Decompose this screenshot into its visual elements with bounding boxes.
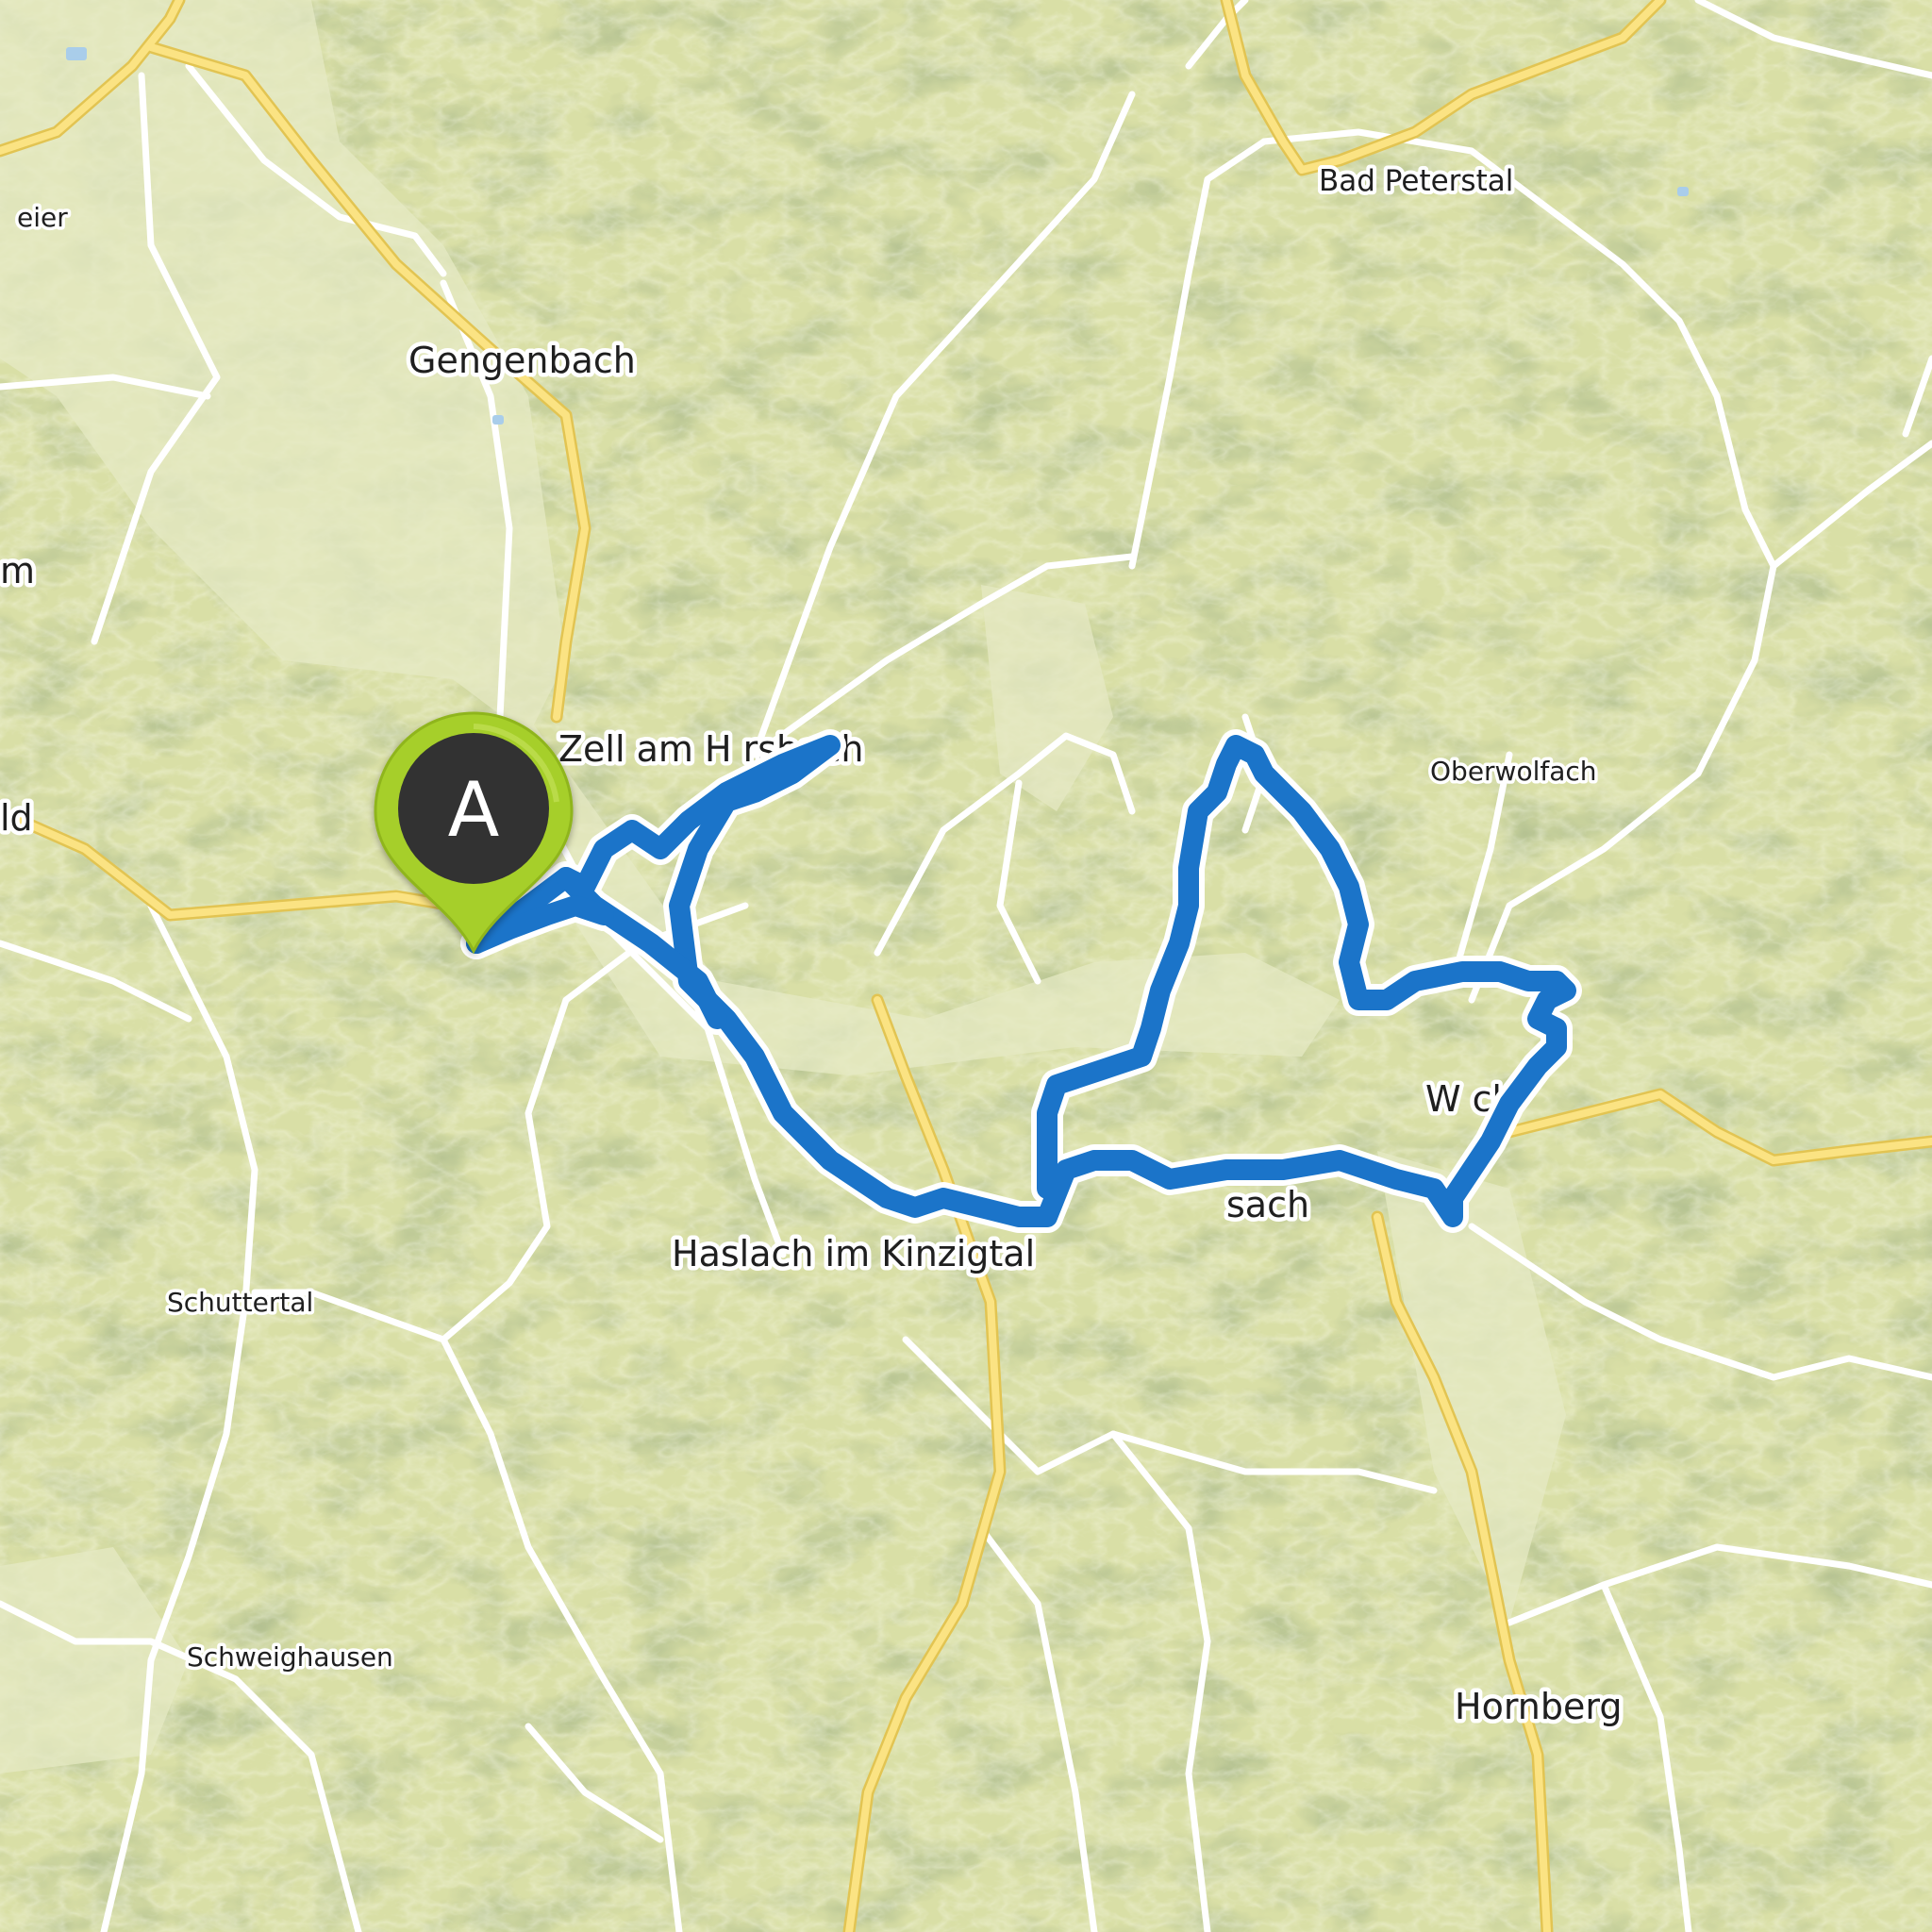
- route-map[interactable]: Bad Peterstal Gengenbach Zell am H rsbac…: [0, 0, 1932, 1932]
- place-label-haslach: Haslach im Kinzigtal: [672, 1233, 1035, 1274]
- place-label-schweighausen: Schweighausen: [187, 1641, 393, 1673]
- place-label-edge-ld: ld: [0, 797, 33, 839]
- place-label-schuttertal: Schuttertal: [167, 1287, 313, 1318]
- place-label-hausach: sach: [1226, 1184, 1309, 1225]
- start-marker-label: A: [448, 766, 500, 854]
- place-label-oberwolfach: Oberwolfach: [1430, 756, 1597, 787]
- place-label-hornberg: Hornberg: [1455, 1686, 1622, 1727]
- place-label-bad-peterstal: Bad Peterstal: [1319, 164, 1513, 198]
- place-label-edge-weier: eier: [17, 202, 68, 233]
- map-canvas[interactable]: Bad Peterstal Gengenbach Zell am H rsbac…: [0, 0, 1932, 1932]
- place-label-gengenbach: Gengenbach: [408, 340, 636, 381]
- place-label-edge-m: m: [0, 550, 35, 591]
